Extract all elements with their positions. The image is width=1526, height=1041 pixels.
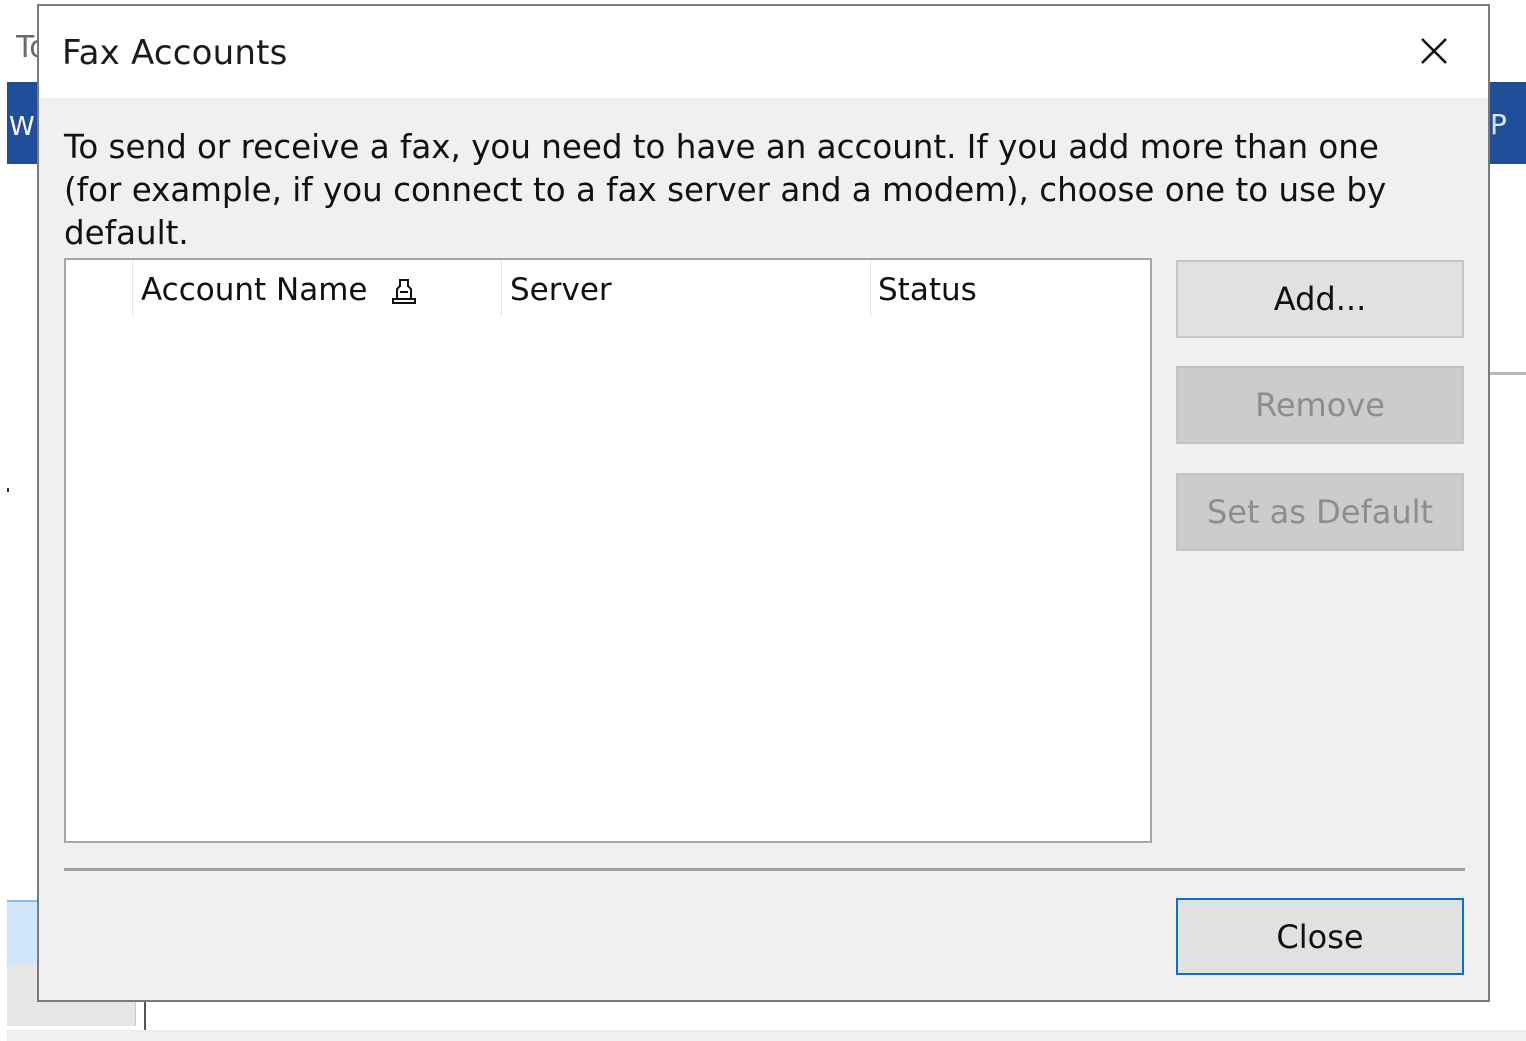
list-header: Account Name Server Status (66, 260, 1150, 316)
background-splitter (144, 1000, 146, 1030)
column-separator[interactable] (870, 260, 871, 316)
dialog-titlebar: Fax Accounts (39, 6, 1488, 98)
column-header-server[interactable]: Server (510, 272, 612, 308)
column-header-account-name[interactable]: Account Name (141, 272, 367, 308)
close-icon[interactable] (1409, 26, 1459, 76)
dialog-title: Fax Accounts (62, 33, 288, 73)
background-ribbon-right-text: P (1490, 108, 1507, 141)
fax-accounts-dialog: Fax Accounts To send or receive a fax, y… (37, 4, 1490, 1002)
column-separator[interactable] (501, 260, 502, 316)
column-header-status[interactable]: Status (878, 272, 977, 308)
background-ribbon-left: W (7, 82, 41, 164)
background-status-bar (7, 1030, 1526, 1041)
add-button[interactable]: Add... (1176, 260, 1464, 338)
background-ribbon-right: P (1488, 82, 1526, 164)
close-button[interactable]: Close (1176, 898, 1464, 975)
sort-indicator-icon (388, 276, 420, 306)
background-divider (1488, 372, 1526, 375)
dialog-description: To send or receive a fax, you need to ha… (64, 128, 1387, 252)
background-ribbon-left-text: W (9, 112, 35, 142)
remove-button[interactable]: Remove (1176, 366, 1464, 444)
footer-divider (64, 868, 1465, 871)
column-separator[interactable] (132, 260, 133, 316)
background-mark (7, 488, 9, 492)
fax-accounts-list[interactable]: Account Name Server Status (64, 258, 1152, 843)
background-selected-row (7, 900, 39, 966)
set-as-default-button[interactable]: Set as Default (1176, 473, 1464, 551)
